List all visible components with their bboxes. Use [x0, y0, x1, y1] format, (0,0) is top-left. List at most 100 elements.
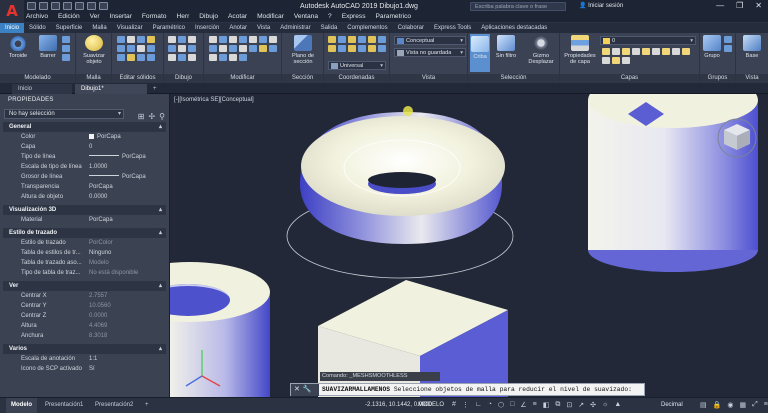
layer-unisolate-icon[interactable] [662, 48, 670, 55]
property-section-header[interactable]: Visualización 3D [3, 205, 166, 215]
slice-icon[interactable] [147, 36, 155, 43]
annotation-visibility-icon[interactable]: ☼ [602, 401, 608, 409]
arc-icon[interactable] [168, 45, 176, 52]
fillet-edge-icon[interactable] [127, 54, 135, 61]
property-value[interactable]: 10.0560 [89, 301, 167, 311]
copy-icon[interactable] [239, 36, 247, 43]
undo-icon[interactable] [87, 2, 96, 10]
property-row[interactable]: Centrar Z 0.0000 [3, 311, 166, 321]
barrer-button[interactable]: Barrer [35, 35, 61, 59]
layer-dropdown[interactable]: 0 [600, 36, 696, 45]
property-value[interactable]: 0 [89, 142, 167, 152]
torus-mesh[interactable] [300, 112, 505, 244]
ucs-world-icon[interactable] [338, 36, 346, 43]
erase-icon[interactable] [229, 45, 237, 52]
isodraft-icon[interactable]: ⬡ [498, 401, 504, 409]
plano-seccion-button[interactable]: Plano de sección [286, 35, 320, 65]
3d-mirror-icon[interactable] [219, 54, 227, 61]
ortho-icon[interactable]: ∟ [475, 401, 482, 409]
property-row[interactable]: Anchura 8.3018 [3, 331, 166, 341]
property-value[interactable]: 1.0000 [89, 162, 167, 172]
group-edit-icon[interactable] [724, 45, 732, 52]
selection-dropdown[interactable]: No hay selección [4, 109, 124, 119]
subtract-icon[interactable] [127, 36, 135, 43]
fillet-icon[interactable] [259, 36, 267, 43]
isolate-objects-icon[interactable]: ◉ [727, 401, 733, 409]
ribbon-tab-visualizar[interactable]: Visualizar [112, 23, 148, 33]
polyline-icon[interactable] [178, 36, 186, 43]
3d-rotate-icon[interactable] [269, 45, 277, 52]
suavizar-objeto-button[interactable]: Suavizar objeto [78, 35, 110, 65]
property-row[interactable]: Material PorCapa [3, 215, 166, 225]
property-value[interactable]: PorCapa [89, 152, 167, 162]
doc-tab-dibujo1[interactable]: Dibujo1* [75, 84, 147, 94]
drawing-viewport[interactable]: [-][Isométrica SE][Conceptual] [170, 94, 768, 397]
menu-item-formato[interactable]: Formato [142, 12, 167, 22]
property-value[interactable]: 0.0000 [89, 311, 167, 321]
grupo-button[interactable]: Grupo [702, 35, 722, 59]
layer-isolate-icon[interactable] [602, 48, 610, 55]
signin-button[interactable]: 👤 Iniciar sesión [579, 2, 623, 9]
property-value[interactable]: 2.7557 [89, 291, 167, 301]
align-icon[interactable] [209, 54, 217, 61]
property-row[interactable]: Tabla de estilos de tr... Ninguno [3, 248, 166, 258]
property-row[interactable]: Grosor de línea PorCapa [3, 172, 166, 182]
new-icon[interactable] [27, 2, 36, 10]
menu-item-ventana[interactable]: Ventana [294, 12, 318, 22]
ucs-named-icon[interactable] [378, 45, 386, 52]
add-layout-button[interactable]: + [140, 398, 154, 413]
layout-tab-presentacion2[interactable]: Presentación2 [90, 398, 138, 413]
property-row[interactable]: Altura de objeto 0.0000 [3, 192, 166, 202]
minimize-icon[interactable]: — [716, 1, 724, 10]
line-icon[interactable] [168, 36, 176, 43]
quick-properties-icon[interactable]: ▤ [700, 401, 707, 409]
selection-cycling-icon[interactable]: ⧉ [555, 401, 560, 409]
transparency-icon[interactable]: ◧ [543, 401, 550, 409]
property-value[interactable]: PorCapa [89, 182, 167, 192]
chamfer-edge-icon[interactable] [137, 54, 145, 61]
propiedades-capa-button[interactable]: Propiedades de capa [562, 35, 598, 65]
property-value[interactable]: 4.4069 [89, 321, 167, 331]
ucs-z-icon[interactable] [348, 45, 356, 52]
mirror-icon[interactable] [249, 36, 257, 43]
rectangle-icon[interactable] [178, 45, 186, 52]
units-dropdown[interactable]: Decimal [661, 398, 683, 413]
loft-icon[interactable] [62, 45, 70, 52]
ribbon-tab-express-tools[interactable]: Express Tools [429, 23, 476, 33]
restore-icon[interactable]: ❐ [736, 1, 743, 10]
property-value[interactable]: No está disponible [89, 268, 167, 278]
spline-icon[interactable] [178, 54, 186, 61]
menu-item-archivo[interactable]: Archivo [26, 12, 48, 22]
customization-icon[interactable]: ≡ [764, 401, 768, 409]
doc-tab-inicio[interactable]: Inicio [12, 84, 72, 94]
property-value[interactable]: PorCapa [89, 172, 167, 182]
customize-command-icon[interactable]: 🔧 [303, 386, 315, 393]
menu-item-ver[interactable]: Ver [90, 12, 100, 22]
ribbon-tab-sólido[interactable]: Sólido [24, 23, 51, 33]
menu-item-herr[interactable]: Herr [176, 12, 189, 22]
extrude-icon[interactable] [62, 54, 70, 61]
ucs-y-icon[interactable] [358, 45, 366, 52]
property-value[interactable]: 8.3018 [89, 331, 167, 341]
layer-off-icon[interactable] [622, 48, 630, 55]
quick-select-icon[interactable]: ⚲ [159, 112, 165, 121]
named-view-dropdown[interactable]: Vista no guardada [394, 48, 466, 57]
annotation-scale-icon[interactable]: ▲ [614, 401, 621, 409]
search-input[interactable]: Escriba palabra clave o frase [470, 2, 566, 11]
snap-icon[interactable]: ⋮ [462, 401, 469, 409]
layer-unlock-icon[interactable] [602, 57, 610, 64]
close-icon[interactable]: ✕ [755, 1, 762, 10]
property-row[interactable]: Color PorCapa [3, 132, 166, 142]
3d-scale-icon[interactable] [239, 54, 247, 61]
menu-item-modificar[interactable]: Modificar [257, 12, 284, 22]
ucs-x-icon[interactable] [368, 36, 376, 43]
interfere-icon[interactable] [147, 54, 155, 61]
layer-thaw-icon[interactable] [672, 48, 680, 55]
union-icon[interactable] [117, 36, 125, 43]
menu-item-express[interactable]: Express [342, 12, 366, 22]
layout-tab-modelo[interactable]: Modelo [6, 398, 37, 413]
clean-screen-icon[interactable]: ⤢ [752, 401, 758, 409]
property-value[interactable]: Ninguno [89, 248, 167, 258]
explode-icon[interactable] [239, 45, 247, 52]
layer-lock-icon[interactable] [632, 48, 640, 55]
